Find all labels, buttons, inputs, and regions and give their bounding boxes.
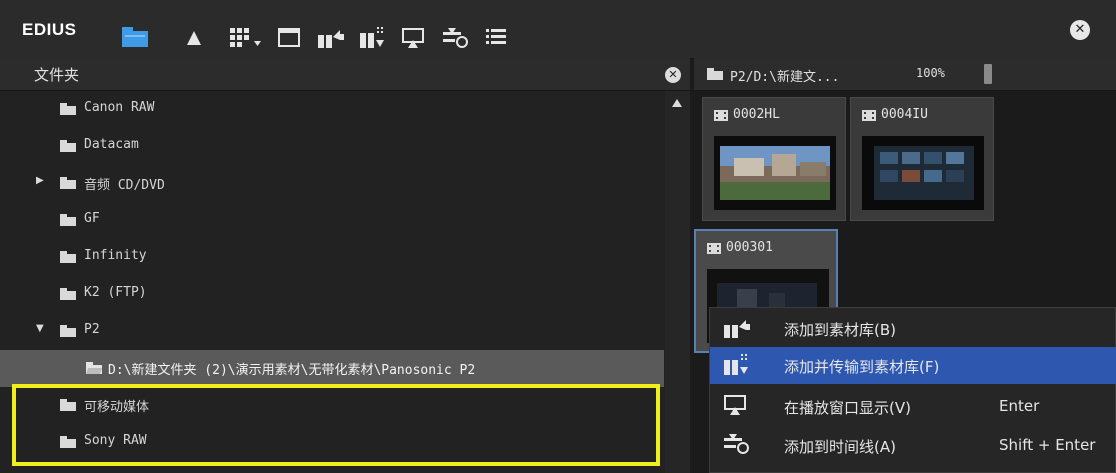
add-transfer-icon[interactable] [360, 27, 386, 49]
menu-item-add-transfer[interactable]: 添加并传输到素材库(F) [710, 347, 1116, 384]
tree-item-k2[interactable]: K2 (FTP) [0, 276, 664, 313]
clip-name: 000301 [726, 240, 773, 255]
app-brand: EDIUS [22, 20, 77, 39]
tree-item-p2-path[interactable]: D:\新建文件夹 (2)\演示用素材\无带化素材\Panosonic P2 [0, 350, 664, 387]
folder-icon [60, 325, 76, 337]
add-to-bin-icon[interactable] [318, 27, 344, 49]
tree-item-label: Infinity [84, 248, 147, 263]
folder-icon[interactable] [122, 27, 148, 47]
upload-icon[interactable] [186, 30, 202, 46]
tree-item-infinity[interactable]: Infinity [0, 239, 664, 276]
tree-item-label: 音频 CD/DVD [84, 178, 165, 193]
add-transfer-icon [724, 354, 748, 375]
menu-item-label: 添加到时间线(A) [784, 438, 896, 456]
display-icon [724, 395, 746, 415]
tree-item-p2[interactable]: ▼ P2 [0, 313, 664, 350]
folder-icon [707, 68, 723, 80]
view-mode-icon[interactable] [230, 28, 262, 48]
main-toolbar: EDIUS ✕ [0, 0, 1116, 59]
tree-item-canon-raw[interactable]: Canon RAW [0, 91, 664, 128]
tree-item-gf[interactable]: GF [0, 202, 664, 239]
tree-item-label: Datacam [84, 137, 139, 152]
menu-item-shortcut: Shift + Enter [999, 436, 1096, 454]
scroll-up-icon[interactable] [672, 99, 682, 107]
open-folder-icon [86, 362, 102, 374]
folder-icon [60, 103, 76, 115]
window-icon[interactable] [278, 28, 300, 47]
panel-close-icon[interactable]: ✕ [665, 67, 681, 83]
clip-tile[interactable]: 0002HL [702, 97, 846, 221]
menu-item-show-in-player[interactable]: 在播放窗口显示(V) Enter [710, 388, 1116, 425]
current-path: P2/D:\新建文... [730, 70, 840, 85]
highlight-annotation-box [12, 384, 660, 466]
tree-item-label: GF [84, 211, 100, 226]
tree-item-label: K2 (FTP) [84, 285, 147, 300]
zoom-slider[interactable] [984, 64, 992, 84]
tree-item-label: Canon RAW [84, 100, 155, 115]
expand-arrow-icon[interactable]: ▶ [36, 175, 44, 186]
tree-item-label: P2 [84, 322, 100, 337]
tree-item-label: D:\新建文件夹 (2)\演示用素材\无带化素材\Panosonic P2 [108, 363, 476, 378]
display-icon[interactable] [402, 28, 424, 49]
collapse-arrow-icon[interactable]: ▼ [36, 323, 44, 334]
film-clip-icon [714, 110, 728, 121]
list-icon[interactable] [486, 29, 506, 45]
film-clip-icon [862, 110, 876, 121]
menu-item-add-to-bin[interactable]: 添加到素材库(B) [710, 310, 1116, 347]
path-bar: P2/D:\新建文... 100% [694, 58, 1116, 91]
menu-item-shortcut: Enter [999, 397, 1040, 415]
context-menu: 添加到素材库(B) 添加并传输到素材库(F) 在播放窗口显示(V) Enter … [709, 307, 1116, 473]
panel-title: 文件夹 [34, 66, 80, 84]
add-timeline-icon [724, 434, 749, 454]
tree-item-datacam[interactable]: Datacam [0, 128, 664, 165]
tree-item-audio-cd[interactable]: ▶ 音频 CD/DVD [0, 165, 664, 202]
close-icon[interactable]: ✕ [1070, 20, 1090, 40]
menu-item-label: 添加并传输到素材库(F) [784, 358, 940, 376]
menu-item-label: 在播放窗口显示(V) [784, 399, 911, 417]
menu-item-add-to-timeline[interactable]: 添加到时间线(A) Shift + Enter [710, 427, 1116, 464]
clip-thumbnail [714, 136, 836, 210]
clip-thumbnail [862, 136, 984, 210]
folder-scrollbar[interactable] [665, 91, 690, 473]
folder-panel: 文件夹 ✕ Canon RAW Datacam ▶ 音频 CD/DVD GF I… [0, 58, 690, 473]
folder-icon [60, 251, 76, 263]
folder-panel-header: 文件夹 ✕ [0, 58, 690, 91]
clip-name: 0004IU [881, 107, 928, 122]
clip-name: 0002HL [733, 107, 780, 122]
folder-icon [60, 177, 76, 189]
clip-tile[interactable]: 0004IU [850, 97, 994, 221]
add-to-bin-icon [724, 320, 750, 338]
menu-item-label: 添加到素材库(B) [784, 321, 896, 339]
zoom-level: 100% [916, 66, 945, 80]
film-clip-icon [707, 243, 721, 254]
folder-icon [60, 288, 76, 300]
add-timeline-icon[interactable] [443, 28, 469, 48]
folder-icon [60, 214, 76, 226]
folder-icon [60, 140, 76, 152]
